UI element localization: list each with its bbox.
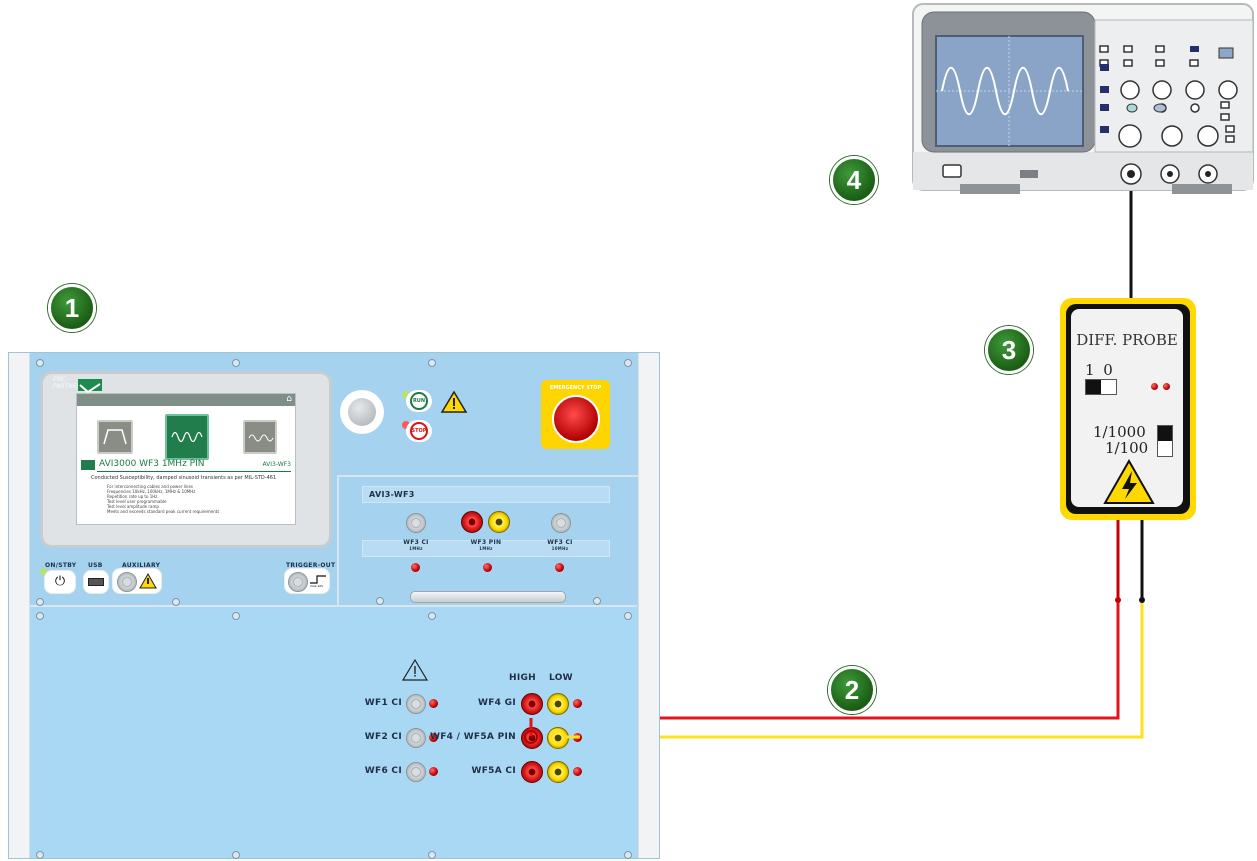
warning-icon <box>440 390 468 413</box>
waveform-tile-2-selected[interactable] <box>165 414 209 460</box>
low-column-label: LOW <box>549 673 573 683</box>
rack-rail-left <box>9 353 30 858</box>
oscilloscope <box>910 2 1256 194</box>
probe-range-low: 1/100 <box>1105 439 1149 457</box>
stop-button[interactable]: STOP <box>406 420 432 442</box>
probe-range-switch[interactable] <box>1157 425 1173 457</box>
wf4-wf5a-pin-led <box>573 733 582 742</box>
wf3-pin-high-jack[interactable] <box>461 511 483 533</box>
rotary-knob[interactable] <box>340 390 384 434</box>
wf6-ci-label: WF6 CI <box>364 766 402 776</box>
onstby-label: ON/STBY <box>45 562 77 569</box>
brand-logo: EMC - PARTNER <box>53 376 81 390</box>
wf4-gi-high-jack[interactable] <box>521 693 543 715</box>
wf2-ci-label: WF2 CI <box>364 732 402 742</box>
high-voltage-warning-icon <box>1103 459 1155 504</box>
wf6-ci-port[interactable] <box>406 762 426 782</box>
generator-lower-panel <box>30 607 637 857</box>
wf4-wf5a-pin-label: WF4 / WF5A PIN <box>430 732 517 742</box>
badge-3: 3 <box>985 326 1033 374</box>
module-port-label-1: WF3 CI 1MHz <box>403 539 429 552</box>
badge-4: 4 <box>830 156 878 204</box>
auxiliary-warning-icon <box>139 573 157 589</box>
probe-attenuation-switch[interactable] <box>1085 379 1117 395</box>
probe-led-1 <box>1151 383 1158 390</box>
probe-title: DIFF. PROBE <box>1076 331 1178 349</box>
wf5a-ci-led <box>573 767 582 776</box>
home-icon[interactable]: ⌂ <box>286 394 292 404</box>
screen-bullet-list: For interconnecting cables and power lin… <box>107 484 220 514</box>
waveform-tile-1[interactable] <box>97 420 133 454</box>
probe-switch1-label: 1 0 <box>1085 361 1115 379</box>
module-led-3 <box>555 563 564 572</box>
touch-screen[interactable]: ⌂ AVI3000 WF3 1MHz PIN AVI3-WF3 Conducte… <box>76 393 296 525</box>
module-handle[interactable] <box>410 591 566 603</box>
wf5a-ci-label: WF5A CI <box>471 766 516 776</box>
caution-icon <box>401 658 429 681</box>
wf4-wf5a-pin-high-jack[interactable] <box>521 727 543 749</box>
wf5a-ci-high-jack[interactable] <box>521 761 543 783</box>
probe-led-2 <box>1163 383 1170 390</box>
badge-2: 2 <box>828 666 876 714</box>
module-port-label-3: WF3 CI 10MHz <box>547 539 573 552</box>
usb-label: USB <box>88 562 103 569</box>
wf3-pin-low-jack[interactable] <box>488 511 510 533</box>
power-button[interactable]: ⏻ <box>44 570 76 594</box>
wf4-wf5a-pin-low-jack[interactable] <box>547 727 569 749</box>
wf3-ci-1mhz-port[interactable] <box>406 513 426 533</box>
high-column-label: HIGH <box>509 673 537 683</box>
wf1-ci-label: WF1 CI <box>364 698 402 708</box>
wf4-gi-label: WF4 GI <box>477 698 516 708</box>
wf1-ci-port[interactable] <box>406 694 426 714</box>
module-led-1 <box>411 563 420 572</box>
auxiliary-port[interactable] <box>112 568 162 594</box>
oscilloscope-drawing <box>912 3 1254 194</box>
wf4-gi-low-jack[interactable] <box>547 693 569 715</box>
screen-description: Conducted Susceptibility, damped sinusoi… <box>91 475 277 481</box>
module-led-2 <box>483 563 492 572</box>
wf3-ci-10mhz-port[interactable] <box>551 513 571 533</box>
module-title: AVI3-WF3 <box>369 490 415 499</box>
badge-1: 1 <box>48 284 96 332</box>
wf4-gi-led <box>573 699 582 708</box>
emergency-stop[interactable]: EMERGENCY STOP <box>541 380 610 449</box>
wf2-ci-port[interactable] <box>406 728 426 748</box>
run-button[interactable]: RUN <box>406 390 432 412</box>
waveform-tile-3[interactable] <box>243 420 277 454</box>
wf5a-ci-low-jack[interactable] <box>547 761 569 783</box>
rack-rail-right <box>638 353 659 858</box>
usb-port[interactable] <box>83 570 109 594</box>
module-port-label-2: WF3 PIN 1MHz <box>470 539 502 552</box>
diff-probe: DIFF. PROBE 1 0 1/1000 1/100 <box>1060 298 1196 520</box>
module-title-bar: AVI3-WF3 <box>362 486 610 503</box>
screen-title: AVI3000 WF3 1MHz PIN <box>99 459 205 469</box>
screen-tag: AVI3-WF3 <box>262 461 291 468</box>
brand-logo-mark <box>78 379 102 394</box>
trigger-out-port[interactable]: max.10V <box>284 568 330 594</box>
